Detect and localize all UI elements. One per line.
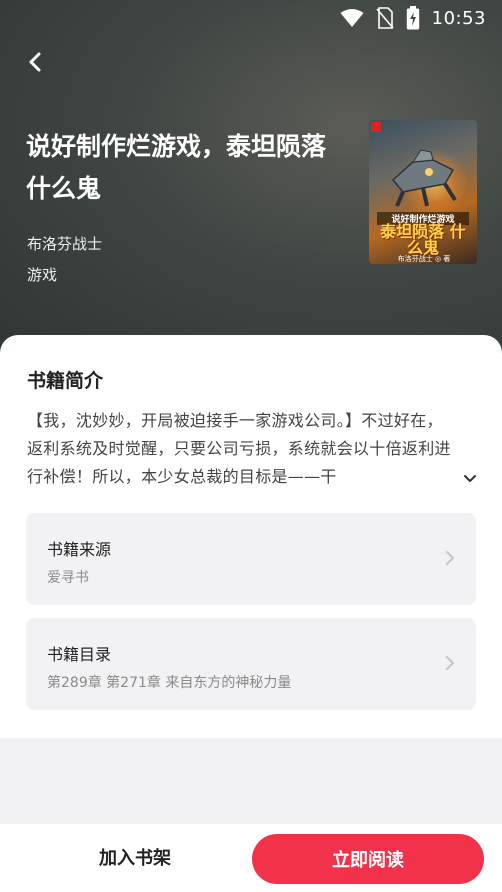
source-value: 爱寻书 xyxy=(47,570,89,586)
back-arrow-icon[interactable] xyxy=(22,48,50,76)
wifi-icon xyxy=(340,9,364,27)
chevron-down-icon[interactable] xyxy=(462,471,478,487)
publisher-logo xyxy=(371,122,381,132)
catalog-label: 书籍目录 xyxy=(47,645,112,664)
book-detail-sheet: 书籍简介 【我，沈妙妙，开局被迫接手一家游戏公司。】不过好在，返利系统及时觉醒，… xyxy=(0,335,502,738)
bottom-action-bar: 加入书架 立即阅读 xyxy=(0,824,502,892)
book-header: 10:53 说好制作烂游戏，泰坦陨落什么鬼 布洛芬战士 游戏 说好制作烂游戏 泰… xyxy=(0,0,502,360)
chevron-right-icon xyxy=(446,551,454,565)
cover-main-title: 泰坦陨落 什么鬼 xyxy=(380,222,466,257)
battery-charging-icon xyxy=(406,6,419,30)
add-to-shelf-button[interactable]: 加入书架 xyxy=(60,844,210,870)
intro-text[interactable]: 【我，沈妙妙，开局被迫接手一家游戏公司。】不过好在，返利系统及时觉醒，只要公司亏… xyxy=(27,407,457,491)
read-now-button[interactable]: 立即阅读 xyxy=(252,834,484,884)
status-bar: 10:53 xyxy=(0,0,502,36)
book-cover: 说好制作烂游戏 泰坦陨落 什么鬼 布洛芬战士 ◎ 著 xyxy=(369,120,477,264)
book-source-card[interactable]: 书籍来源 爱寻书 xyxy=(26,513,476,605)
source-label: 书籍来源 xyxy=(47,540,112,559)
status-time: 10:53 xyxy=(431,7,486,29)
book-author[interactable]: 布洛芬战士 xyxy=(27,233,102,254)
book-title: 说好制作烂游戏，泰坦陨落什么鬼 xyxy=(26,132,327,203)
mech-illustration xyxy=(391,149,457,207)
catalog-value: 第289章 第271章 来自东方的神秘力量 xyxy=(47,675,292,691)
book-catalog-card[interactable]: 书籍目录 第289章 第271章 来自东方的神秘力量 xyxy=(26,618,476,710)
book-genre[interactable]: 游戏 xyxy=(27,264,57,285)
chevron-right-icon xyxy=(446,656,454,670)
intro-heading: 书籍简介 xyxy=(27,370,104,392)
cover-author: 布洛芬战士 ◎ 著 xyxy=(397,255,451,263)
no-sim-icon xyxy=(376,7,394,29)
